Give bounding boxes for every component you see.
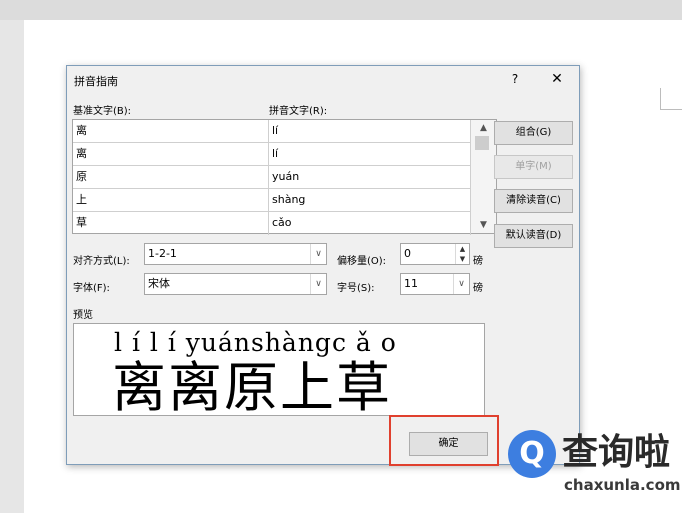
- chevron-down-icon[interactable]: ∨: [453, 274, 469, 294]
- group-button[interactable]: 组合(G): [494, 121, 573, 145]
- phonetic-guide-dialog: 拼音指南 ? ✕ 基准文字(B): 拼音文字(R): 离 lí 离 lí 原 y…: [66, 65, 580, 466]
- ruby-text-label: 拼音文字(R):: [269, 106, 328, 117]
- scroll-down-icon[interactable]: ▼: [471, 217, 496, 233]
- base-text-label: 基准文字(B):: [73, 106, 132, 117]
- offset-value: 0: [404, 247, 411, 260]
- ok-button[interactable]: 确定: [409, 432, 488, 456]
- offset-spinner[interactable]: 0 ▲ ▼: [400, 243, 470, 265]
- ruby-text-field[interactable]: lí: [269, 120, 471, 143]
- alignment-label: 对齐方式(L):: [73, 256, 130, 267]
- app-top-strip: [0, 0, 682, 20]
- size-label: 字号(S):: [337, 283, 375, 294]
- grid-scrollbar[interactable]: ▲ ▼: [471, 120, 496, 233]
- spin-down-icon[interactable]: ▼: [455, 254, 469, 264]
- page-corner-mark: [660, 88, 682, 110]
- size-select[interactable]: 11 ∨: [400, 273, 470, 295]
- base-text-field[interactable]: 离: [73, 120, 269, 143]
- clear-reading-button[interactable]: 清除读音(C): [494, 189, 573, 213]
- size-value: 11: [404, 277, 418, 290]
- ruby-text-field[interactable]: shàng: [269, 189, 471, 212]
- close-button[interactable]: ✕: [546, 69, 568, 89]
- font-select[interactable]: 宋体 ∨: [144, 273, 327, 295]
- watermark-url: chaxunla.com: [564, 476, 681, 494]
- watermark-name: 查询啦: [562, 432, 671, 473]
- scroll-up-icon[interactable]: ▲: [471, 120, 496, 136]
- scroll-thumb[interactable]: [475, 136, 489, 150]
- font-label: 字体(F):: [73, 283, 110, 294]
- offset-label: 偏移量(O):: [337, 256, 387, 267]
- alignment-value: 1-2-1: [148, 247, 177, 260]
- chevron-down-icon[interactable]: ∨: [310, 244, 326, 264]
- base-text-field[interactable]: 上: [73, 189, 269, 212]
- font-value: 宋体: [148, 277, 170, 290]
- preview-base-text: 离离原上草: [112, 356, 392, 416]
- base-text-field[interactable]: 原: [73, 166, 269, 189]
- size-unit-label: 磅: [473, 283, 483, 294]
- default-reading-button[interactable]: 默认读音(D): [494, 224, 573, 248]
- text-grid: 离 lí 离 lí 原 yuán 上 shàng 草 cǎo ▲ ▼: [72, 119, 497, 235]
- chevron-down-icon[interactable]: ∨: [310, 274, 326, 294]
- preview-ruby-text: l í l í yuánshàngc ǎ o: [114, 328, 397, 357]
- base-text-field[interactable]: 草: [73, 212, 269, 235]
- dialog-title: 拼音指南: [74, 75, 118, 88]
- ruby-text-field[interactable]: lí: [269, 143, 471, 166]
- preview-box: l í l í yuánshàngc ǎ o 离离原上草: [73, 323, 485, 416]
- mono-button[interactable]: 单字(M): [494, 155, 573, 179]
- ruby-text-field[interactable]: yuán: [269, 166, 471, 189]
- magnifier-logo-icon: Q: [508, 430, 556, 478]
- alignment-select[interactable]: 1-2-1 ∨: [144, 243, 327, 265]
- ruby-text-field[interactable]: cǎo: [269, 212, 471, 235]
- help-button[interactable]: ?: [505, 70, 525, 88]
- preview-label: 预览: [73, 310, 93, 321]
- offset-unit-label: 磅: [473, 256, 483, 267]
- base-text-field[interactable]: 离: [73, 143, 269, 166]
- watermark: Q 查询啦 chaxunla.com: [508, 430, 682, 502]
- spin-up-icon[interactable]: ▲: [455, 244, 469, 254]
